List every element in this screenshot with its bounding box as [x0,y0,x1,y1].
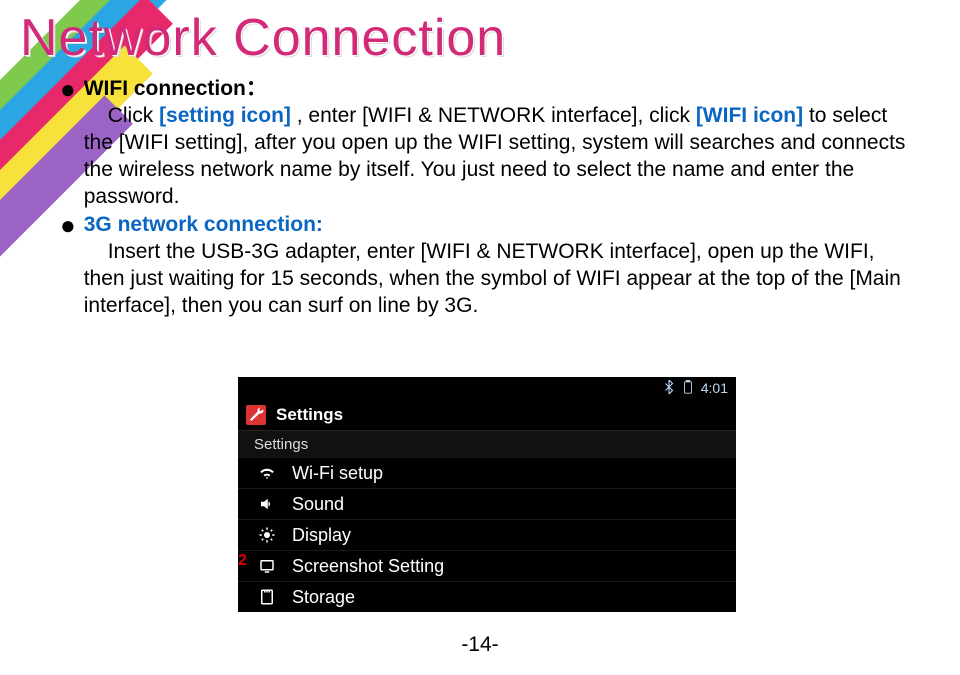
status-bar: 4:01 [238,377,736,399]
settings-row-wifi[interactable]: Wi-Fi setup [238,457,736,488]
settings-row-screenshot[interactable]: Screenshot Setting [238,550,736,581]
settings-row-sound[interactable]: Sound [238,488,736,519]
text: Insert the USB-3G adapter, enter [WIFI &… [84,240,901,317]
page-number: -14- [0,633,960,657]
wrench-icon [246,405,266,425]
row-label: Sound [292,494,344,515]
bluetooth-icon [663,380,675,397]
link-setting-icon: [setting icon] [159,104,291,127]
section-heading-3g: 3G network connection: [84,213,323,236]
settings-row-display[interactable]: Display [238,519,736,550]
storage-icon [256,588,278,606]
bullet-dot-icon: ● [60,76,76,210]
row-label: Wi-Fi setup [292,463,383,484]
row-label: Display [292,525,351,546]
page-title: Network Connection [20,8,506,68]
row-label: Storage [292,587,355,608]
status-clock: 4:01 [701,380,728,396]
link-wifi-icon: [WIFI icon] [696,104,803,127]
android-screenshot: 4:01 Settings Settings Wi-Fi setup Sound [238,377,736,612]
battery-icon [683,380,693,397]
body-text: ● WIFI connection： Click [setting icon] … [60,76,920,322]
display-icon [256,526,278,544]
text: Click [108,104,159,127]
section-heading-wifi: WIFI connection： [84,77,267,100]
corner-number: 2 [238,552,247,570]
wifi-icon [256,464,278,482]
text: , enter [WIFI & NETWORK interface], clic… [297,104,696,127]
bullet-dot-icon: ● [60,212,76,320]
section-label: Settings [238,431,736,457]
topbar-title: Settings [276,405,343,425]
settings-row-storage[interactable]: Storage [238,581,736,612]
settings-topbar: Settings [238,399,736,431]
row-label: Screenshot Setting [292,556,444,577]
sound-icon [256,495,278,513]
screenshot-icon [256,557,278,575]
